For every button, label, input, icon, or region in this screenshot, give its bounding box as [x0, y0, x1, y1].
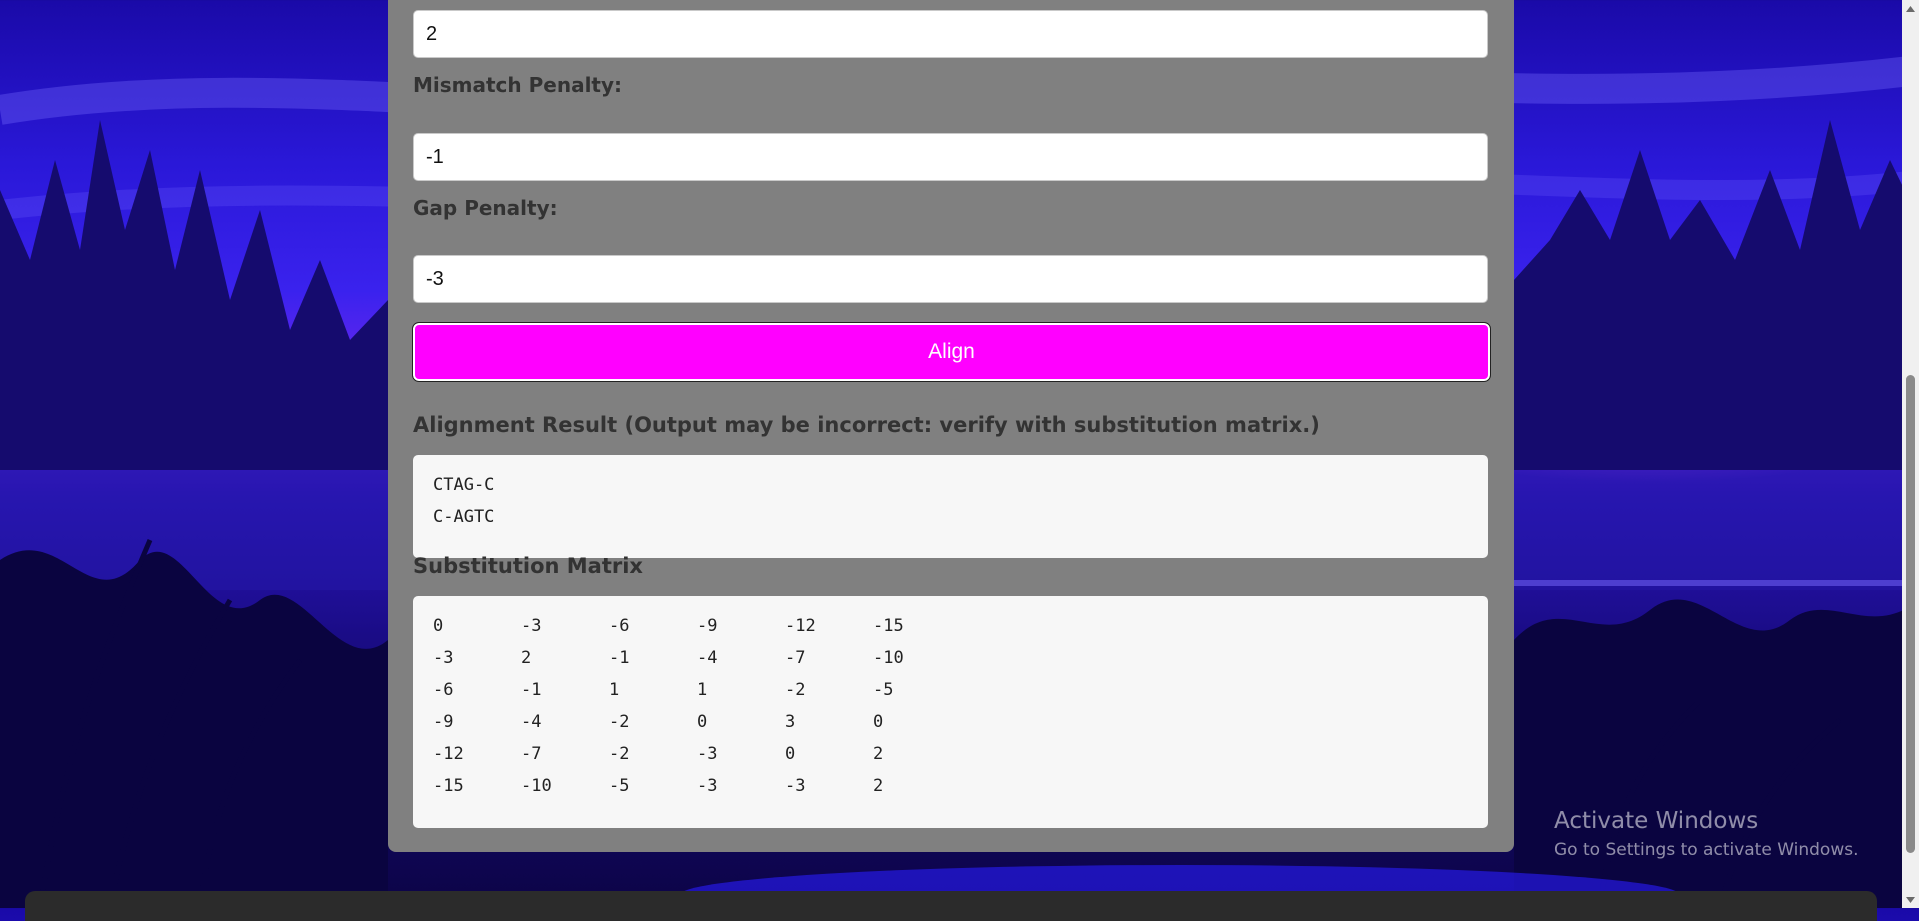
matrix-cell: 0: [697, 712, 708, 732]
mismatch-penalty-label: Mismatch Penalty:: [413, 73, 623, 97]
gap-penalty-label: Gap Penalty:: [413, 196, 558, 220]
scrollbar-thumb[interactable]: [1906, 375, 1915, 853]
matrix-cell: -5: [873, 680, 894, 700]
alignment-result-box: CTAG-C C-AGTC: [413, 455, 1488, 558]
scroll-up-arrow-icon[interactable]: [1902, 0, 1919, 17]
mismatch-penalty-input[interactable]: [413, 133, 1488, 181]
matrix-cell: 2: [873, 744, 884, 764]
matrix-cell: -3: [521, 616, 542, 636]
matrix-cell: -2: [609, 712, 630, 732]
matrix-cell: -9: [433, 712, 454, 732]
matrix-cell: -10: [521, 776, 552, 796]
matrix-cell: 0: [785, 744, 796, 764]
align-button[interactable]: Align: [412, 322, 1491, 382]
matrix-row: -12 -7 -2 -3 0 2: [433, 738, 1468, 770]
substitution-matrix-box: 0 -3 -6 -9 -12 -15 -3 2 -1 -4 -7 -10 -6 …: [413, 596, 1488, 828]
matrix-cell: -2: [785, 680, 806, 700]
matrix-cell: 1: [697, 680, 708, 700]
bottom-bar: [25, 891, 1877, 921]
matrix-cell: -6: [609, 616, 630, 636]
matrix-cell: 1: [609, 680, 620, 700]
watermark-subtitle: Go to Settings to activate Windows.: [1554, 840, 1859, 860]
matrix-cell: -7: [521, 744, 542, 764]
matrix-cell: -9: [697, 616, 718, 636]
matrix-cell: 2: [873, 776, 884, 796]
matrix-row: 0 -3 -6 -9 -12 -15: [433, 610, 1468, 642]
aligner-form-panel: Mismatch Penalty: Gap Penalty: Align Ali…: [388, 0, 1514, 852]
substitution-matrix-title: Substitution Matrix: [413, 554, 643, 578]
matrix-row: -15 -10 -5 -3 -3 2: [433, 770, 1468, 802]
matrix-cell: -3: [433, 648, 454, 668]
matrix-cell: -12: [785, 616, 816, 636]
activate-windows-watermark: Activate Windows Go to Settings to activ…: [1554, 808, 1859, 860]
alignment-result-title: Alignment Result (Output may be incorrec…: [413, 413, 1320, 437]
gap-penalty-input[interactable]: [413, 255, 1488, 303]
matrix-cell: 2: [521, 648, 532, 668]
matrix-cell: 3: [785, 712, 796, 732]
matrix-row: -3 2 -1 -4 -7 -10: [433, 642, 1468, 674]
matrix-cell: -7: [785, 648, 806, 668]
match-score-input[interactable]: [413, 10, 1488, 58]
matrix-cell: -3: [697, 776, 718, 796]
matrix-cell: 0: [433, 616, 444, 636]
matrix-cell: -12: [433, 744, 464, 764]
matrix-cell: -1: [609, 648, 630, 668]
matrix-cell: -5: [609, 776, 630, 796]
matrix-cell: 0: [873, 712, 884, 732]
matrix-cell: -10: [873, 648, 904, 668]
matrix-row: -6 -1 1 1 -2 -5: [433, 674, 1468, 706]
matrix-cell: -4: [697, 648, 718, 668]
watermark-title: Activate Windows: [1554, 808, 1759, 834]
alignment-line: C-AGTC: [433, 507, 495, 527]
scroll-down-arrow-icon[interactable]: [1902, 891, 1919, 908]
matrix-cell: -15: [873, 616, 904, 636]
matrix-cell: -4: [521, 712, 542, 732]
matrix-cell: -6: [433, 680, 454, 700]
matrix-cell: -1: [521, 680, 542, 700]
matrix-cell: -3: [697, 744, 718, 764]
matrix-cell: -3: [785, 776, 806, 796]
matrix-cell: -15: [433, 776, 464, 796]
page-scrollbar[interactable]: [1902, 0, 1919, 908]
alignment-line: CTAG-C: [433, 475, 495, 495]
matrix-cell: -2: [609, 744, 630, 764]
matrix-row: -9 -4 -2 0 3 0: [433, 706, 1468, 738]
